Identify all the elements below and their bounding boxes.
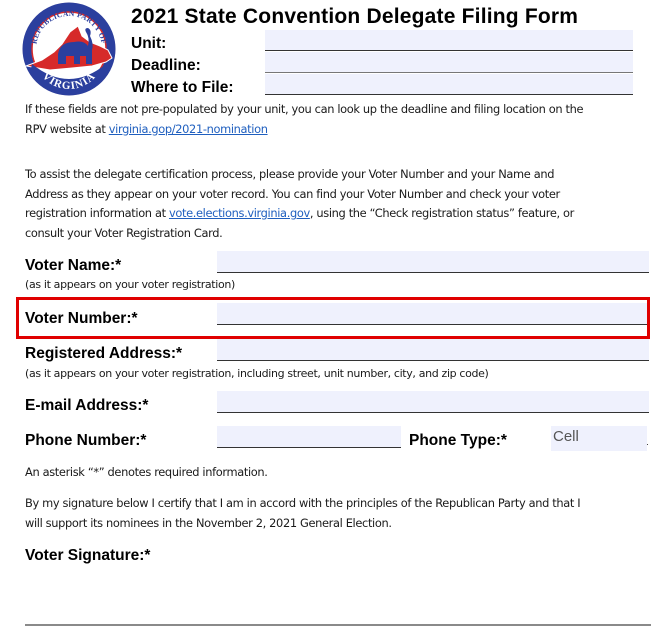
instructions-line-3-suffix: , using the “Check registration status” … xyxy=(309,206,574,220)
nomination-link[interactable]: virginia.gop/2021-nomination xyxy=(109,122,268,136)
instructions-line-4: consult your Voter Registration Card. xyxy=(25,225,223,240)
instructions-line-1: To assist the delegate certification pro… xyxy=(25,167,555,181)
deadline-field[interactable] xyxy=(265,52,633,73)
signature-line xyxy=(25,624,651,626)
voter-signature-label: Voter Signature:* xyxy=(25,547,151,564)
phone-number-field[interactable] xyxy=(217,426,401,448)
voter-signature-field[interactable] xyxy=(25,570,651,624)
rpv-logo: REPUBLICAN PARTY OF VIRGINIA xyxy=(22,2,116,96)
email-field[interactable] xyxy=(217,391,649,413)
registered-address-field[interactable] xyxy=(217,339,649,361)
logo-seal-icon: REPUBLICAN PARTY OF VIRGINIA xyxy=(22,2,116,96)
unit-label: Unit: xyxy=(131,35,167,52)
certify-line-2: will support its nominees in the Novembe… xyxy=(25,515,392,530)
instructions-line-3: registration information at vote.electio… xyxy=(25,204,574,224)
field-end-dot xyxy=(647,444,648,445)
intro-line-2: RPV website at virginia.gop/2021-nominat… xyxy=(25,120,583,140)
form-title: 2021 State Convention Delegate Filing Fo… xyxy=(131,5,579,28)
phone-type-label: Phone Type:* xyxy=(409,432,507,449)
registered-address-note: (as it appears on your voter registratio… xyxy=(25,367,489,380)
voter-number-highlight xyxy=(16,297,650,339)
instructions-line-2: Address as they appear on your voter rec… xyxy=(25,186,560,201)
phone-type-select[interactable]: Cell xyxy=(551,426,647,451)
certify-line-1: By my signature below I certify that I a… xyxy=(25,496,581,510)
voter-name-note: (as it appears on your voter registratio… xyxy=(25,278,235,291)
intro-line-2-prefix: RPV website at xyxy=(25,121,109,136)
where-to-file-label: Where to File: xyxy=(131,79,234,96)
registered-address-label: Registered Address:* xyxy=(25,345,183,362)
phone-number-label: Phone Number:* xyxy=(25,432,147,449)
email-label: E-mail Address:* xyxy=(25,397,149,414)
voter-name-label: Voter Name:* xyxy=(25,257,122,274)
asterisk-note: An asterisk “*” denotes required informa… xyxy=(25,465,268,479)
certify-paragraph: By my signature below I certify that I a… xyxy=(25,494,581,533)
deadline-label: Deadline: xyxy=(131,57,201,74)
voter-name-field[interactable] xyxy=(217,251,649,273)
unit-field[interactable] xyxy=(265,30,633,51)
instructions-paragraph: To assist the delegate certification pro… xyxy=(25,165,574,243)
elections-link[interactable]: vote.elections.virginia.gov xyxy=(169,206,310,220)
intro-paragraph: If these fields are not pre-populated by… xyxy=(25,100,584,140)
intro-line-1: If these fields are not pre-populated by… xyxy=(25,102,584,116)
where-to-file-field[interactable] xyxy=(265,74,633,95)
instructions-line-3-prefix: registration information at xyxy=(25,206,169,220)
